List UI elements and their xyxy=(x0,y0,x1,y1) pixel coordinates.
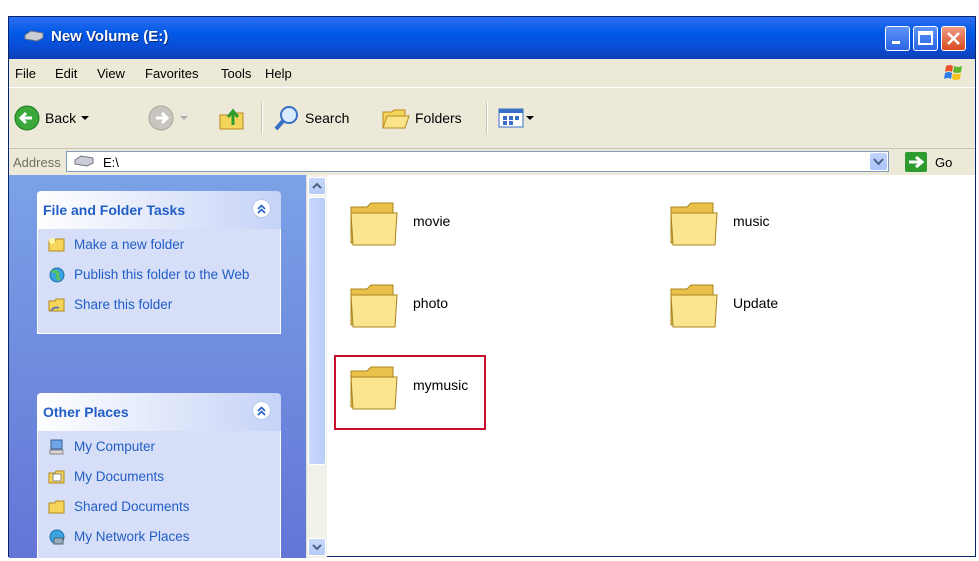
views-button[interactable] xyxy=(497,88,535,148)
chevron-down-icon xyxy=(873,158,884,166)
computer-icon xyxy=(49,439,64,455)
minimize-button[interactable] xyxy=(885,26,910,51)
task-share-folder[interactable]: Share this folder xyxy=(38,297,280,319)
minimize-icon xyxy=(892,41,900,44)
search-icon xyxy=(274,106,298,131)
folder-item[interactable]: Update xyxy=(657,273,817,343)
folder-item[interactable]: photo xyxy=(337,273,497,343)
search-button[interactable]: Search xyxy=(273,88,349,148)
place-shared-documents[interactable]: Shared Documents xyxy=(38,499,280,521)
maximize-button[interactable] xyxy=(913,26,938,51)
window-title: New Volume (E:) xyxy=(51,28,169,45)
highlight-box xyxy=(334,355,486,430)
close-icon xyxy=(947,32,960,45)
vertical-scrollbar[interactable] xyxy=(306,175,327,558)
folders-icon xyxy=(382,109,410,129)
place-network[interactable]: My Network Places xyxy=(38,529,280,551)
address-field[interactable]: E:\ xyxy=(66,151,889,172)
up-folder-button[interactable] xyxy=(217,88,247,148)
collapse-button[interactable] xyxy=(252,401,271,420)
other-places-panel: Other Places My Computer My Documents Sh… xyxy=(37,393,281,558)
panel-title: Other Places xyxy=(43,404,129,420)
title-bar[interactable]: New Volume (E:) xyxy=(9,17,975,59)
folder-item[interactable]: movie xyxy=(337,191,497,261)
collapse-button[interactable] xyxy=(252,199,271,218)
views-icon xyxy=(498,108,524,128)
menu-help[interactable]: Help xyxy=(265,66,292,81)
panel-header[interactable]: File and Folder Tasks xyxy=(37,191,281,229)
scroll-thumb[interactable] xyxy=(308,197,326,465)
chevron-down-icon[interactable] xyxy=(76,113,92,123)
scroll-down-button[interactable] xyxy=(308,538,326,556)
folder-icon xyxy=(350,284,398,328)
folder-icon xyxy=(670,202,718,246)
task-pane: File and Folder Tasks Make a new folder … xyxy=(9,175,306,558)
file-list: movie music photo Update mymusic xyxy=(327,175,975,556)
menu-favorites[interactable]: Favorites xyxy=(145,66,198,81)
close-button[interactable] xyxy=(941,26,966,51)
folder-icon xyxy=(350,202,398,246)
address-label: Address xyxy=(13,155,61,170)
folders-button[interactable]: Folders xyxy=(381,88,462,148)
forward-button[interactable] xyxy=(147,88,191,148)
chevron-down-icon xyxy=(312,544,322,551)
content-area: File and Folder Tasks Make a new folder … xyxy=(9,175,975,558)
windows-logo-icon xyxy=(944,65,962,80)
forward-arrow-icon xyxy=(148,105,174,131)
folder-icon xyxy=(48,500,65,514)
panel-body: My Computer My Documents Shared Document… xyxy=(37,431,281,558)
explorer-window: New Volume (E:) File Edit View Favorites… xyxy=(8,16,976,558)
toolbar-separator xyxy=(261,102,263,134)
folder-item[interactable]: music xyxy=(657,191,817,261)
chevron-down-icon[interactable] xyxy=(175,113,191,123)
chevron-up-icon xyxy=(257,204,266,214)
chevron-up-icon xyxy=(257,406,266,416)
file-folder-tasks-panel: File and Folder Tasks Make a new folder … xyxy=(37,191,281,334)
panel-header[interactable]: Other Places xyxy=(37,393,281,431)
maximize-icon xyxy=(918,31,933,45)
share-folder-icon xyxy=(48,298,65,312)
place-my-documents[interactable]: My Documents xyxy=(38,469,280,491)
panel-body: Make a new folder Publish this folder to… xyxy=(37,229,281,334)
toolbar-separator xyxy=(486,102,488,134)
network-icon xyxy=(49,529,65,545)
menu-bar: File Edit View Favorites Tools Help xyxy=(9,59,975,88)
back-arrow-icon xyxy=(14,105,40,131)
back-button[interactable]: Back xyxy=(13,88,92,148)
folder-icon xyxy=(670,284,718,328)
up-folder-icon xyxy=(219,108,244,130)
task-publish-web[interactable]: Publish this folder to the Web xyxy=(38,267,280,289)
chevron-down-icon[interactable] xyxy=(525,113,535,123)
scroll-up-button[interactable] xyxy=(308,177,326,195)
go-label[interactable]: Go xyxy=(935,155,952,170)
go-button[interactable] xyxy=(905,152,927,172)
address-dropdown-button[interactable] xyxy=(870,153,887,170)
panel-title: File and Folder Tasks xyxy=(43,202,186,218)
chevron-up-icon xyxy=(312,182,322,189)
address-value: E:\ xyxy=(103,155,119,170)
go-arrow-icon xyxy=(909,155,925,169)
menu-file[interactable]: File xyxy=(15,66,36,81)
standard-toolbar: Back Search Folders xyxy=(9,88,975,149)
drive-icon xyxy=(74,155,94,167)
place-my-computer[interactable]: My Computer xyxy=(38,439,280,461)
new-folder-icon xyxy=(48,238,65,252)
drive-icon xyxy=(24,30,44,42)
menu-tools[interactable]: Tools xyxy=(221,66,251,81)
address-bar: Address E:\ Go xyxy=(9,149,975,175)
menu-view[interactable]: View xyxy=(97,66,125,81)
globe-icon xyxy=(49,267,65,283)
documents-icon xyxy=(48,470,65,484)
task-new-folder[interactable]: Make a new folder xyxy=(38,237,280,259)
menu-edit[interactable]: Edit xyxy=(55,66,77,81)
